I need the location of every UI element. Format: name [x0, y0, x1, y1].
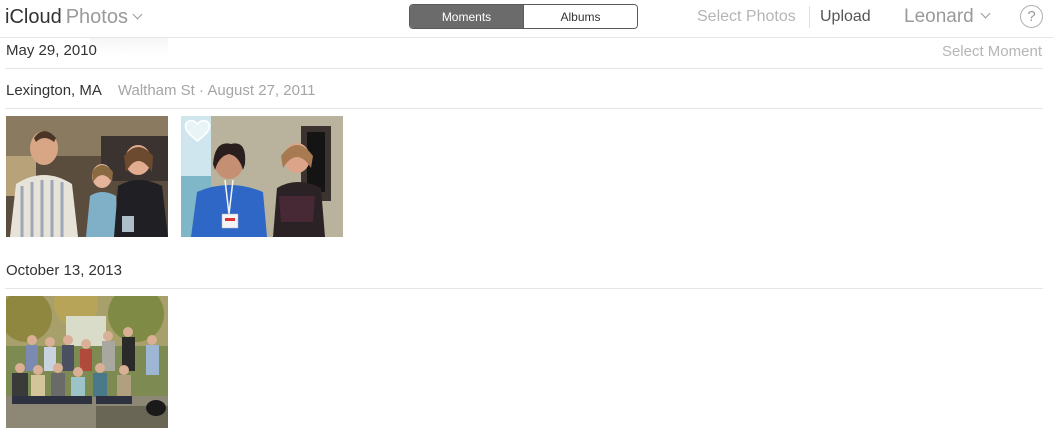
select-photos-button[interactable]: Select Photos: [697, 7, 796, 27]
chevron-down-icon: [980, 8, 991, 19]
user-name: Leonard: [904, 6, 974, 27]
app-switcher[interactable]: iCloud Photos: [5, 5, 143, 29]
tab-albums[interactable]: Albums: [523, 5, 637, 28]
photo-thumbnail[interactable]: [6, 296, 168, 428]
divider: [5, 288, 1043, 289]
view-segmented-control: Moments Albums: [409, 4, 638, 29]
divider: [5, 68, 1043, 69]
select-moment-button[interactable]: Select Moment: [942, 42, 1042, 62]
moment-date: May 29, 2010: [6, 42, 97, 59]
chevron-down-icon: [132, 9, 143, 20]
faded-thumbnail-edge: [90, 38, 168, 56]
divider: [809, 6, 810, 28]
user-menu[interactable]: Leonard: [904, 6, 991, 28]
brand-photos: Photos: [65, 6, 128, 28]
moment-place: Lexington, MA: [6, 82, 102, 99]
upload-button[interactable]: Upload: [820, 7, 871, 27]
tab-moments[interactable]: Moments: [410, 5, 523, 28]
photo-thumbnail[interactable]: [6, 116, 168, 237]
moment-date: October 13, 2013: [6, 262, 122, 279]
heart-icon[interactable]: [184, 119, 211, 143]
moment-header: Lexington, MA Waltham St · August 27, 201…: [6, 81, 316, 101]
brand-icloud: iCloud: [5, 6, 62, 28]
divider: [5, 108, 1043, 109]
help-button[interactable]: ?: [1020, 5, 1043, 28]
moment-detail: Waltham St · August 27, 2011: [117, 82, 316, 99]
top-bar: iCloud Photos Moments Albums Select Photo…: [0, 0, 1053, 38]
